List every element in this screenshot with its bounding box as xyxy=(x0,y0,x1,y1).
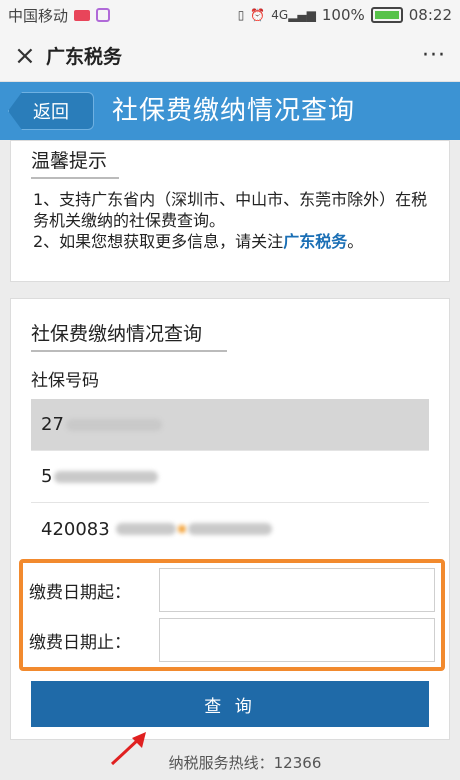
masked-digits xyxy=(54,470,159,483)
ssn-value: 420083 xyxy=(41,518,110,540)
alarm-icon: ⏰ xyxy=(250,8,266,22)
tip-line-2: 2、如果您想获取更多信息，请关注广东税务。 xyxy=(33,231,433,252)
masked-digits xyxy=(65,418,162,431)
signal-icon: 4G▂▄▆ xyxy=(271,8,316,22)
ssn-list: 27 5 420083 xyxy=(31,399,429,555)
query-card: 社保费缴纳情况查询 社保号码 27 5 420083 缴费日期起： 缴费日期止：… xyxy=(10,298,450,740)
tip-line-2-prefix: 2、如果您想获取更多信息，请关注 xyxy=(33,232,284,251)
end-date-row: 缴费日期止： xyxy=(23,615,441,665)
notification-icon xyxy=(74,9,91,21)
nav-bar: × 广东税务 ··· xyxy=(0,30,460,82)
start-date-label: 缴费日期起： xyxy=(29,582,131,603)
close-icon[interactable]: × xyxy=(14,41,44,71)
page-title: 社保费缴纳情况查询 xyxy=(112,96,356,126)
query-button[interactable]: 查 询 xyxy=(31,681,429,727)
more-icon[interactable]: ··· xyxy=(422,43,446,68)
ssn-option[interactable]: 5 xyxy=(31,451,429,503)
guangdong-tax-link[interactable]: 广东税务 xyxy=(283,232,347,251)
clock: 08:22 xyxy=(408,6,452,24)
nav-title: 广东税务 xyxy=(46,46,123,68)
ssn-label: 社保号码 xyxy=(31,371,99,391)
tip-line-2-suffix: 。 xyxy=(347,232,364,251)
ssn-option[interactable]: 27 xyxy=(31,399,429,451)
page-header: 返回 社保费缴纳情况查询 xyxy=(0,82,460,140)
query-title: 社保费缴纳情况查询 xyxy=(31,323,203,345)
vibrate-icon: ▯ xyxy=(237,8,245,22)
masked-digits xyxy=(187,523,272,535)
hotline-text: 纳税服务热线：12366 xyxy=(168,754,322,772)
end-date-label: 缴费日期止： xyxy=(29,632,131,653)
tips-card: 温馨提示 1、支持广东省内（深圳市、中山市、东莞市除外）在税务机关缴纳的社保费查… xyxy=(10,140,450,282)
gallery-icon xyxy=(96,8,111,22)
status-bar: 中国移动 ▯ ⏰ 4G▂▄▆ 100% 08:22 xyxy=(0,0,460,30)
masked-digits xyxy=(115,523,176,535)
ssn-value: 27 xyxy=(41,414,64,435)
start-date-row: 缴费日期起： xyxy=(23,565,441,615)
network-type: 4G xyxy=(271,8,289,22)
battery-percent: 100% xyxy=(321,6,365,24)
ssn-option[interactable]: 420083 xyxy=(31,503,429,555)
masked-digits xyxy=(177,525,186,533)
tips-title: 温馨提示 xyxy=(31,150,108,172)
date-range-highlight: 缴费日期起： 缴费日期止： xyxy=(19,559,445,671)
start-date-input[interactable] xyxy=(159,568,435,612)
tip-line-1: 1、支持广东省内（深圳市、中山市、东莞市除外）在税务机关缴纳的社保费查询。 xyxy=(33,190,428,230)
tips-body: 1、支持广东省内（深圳市、中山市、东莞市除外）在税务机关缴纳的社保费查询。 2、… xyxy=(11,179,449,252)
battery-icon xyxy=(370,7,403,23)
carrier-label: 中国移动 xyxy=(8,6,69,25)
back-button[interactable]: 返回 xyxy=(8,92,94,130)
end-date-input[interactable] xyxy=(159,618,435,662)
ssn-value: 5 xyxy=(41,466,53,487)
